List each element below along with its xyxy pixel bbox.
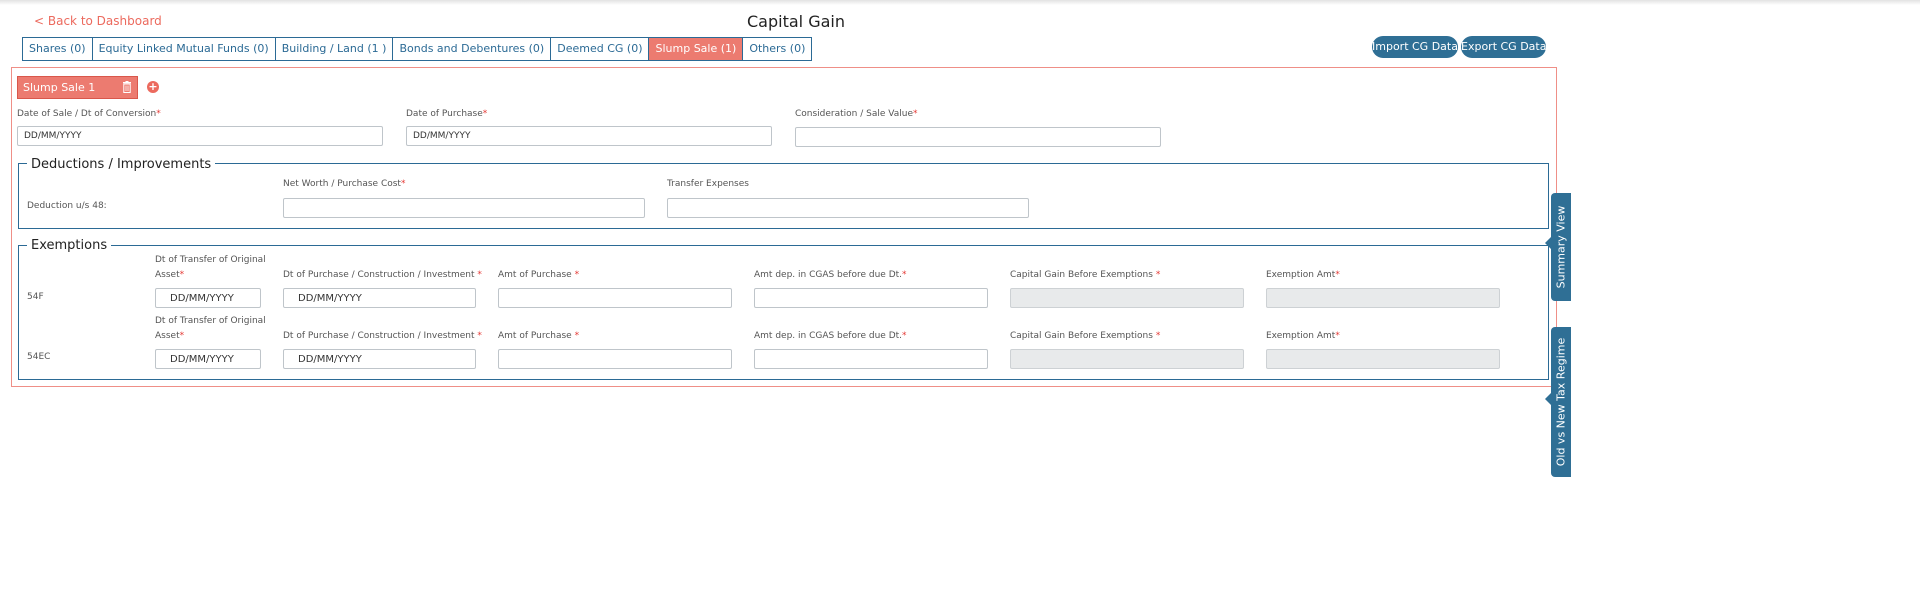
54ec-amt-purchase-input[interactable] (498, 349, 732, 369)
tab-bonds-debentures[interactable]: Bonds and Debentures (0) (393, 37, 552, 61)
category-tabs: Shares (0) Equity Linked Mutual Funds (0… (22, 37, 813, 61)
transfer-date-label: Dt of Transfer of Original (155, 316, 266, 326)
54f-amt-purchase-input[interactable] (498, 288, 732, 308)
consideration-input[interactable] (795, 127, 1161, 147)
section-54ec-label: 54EC (27, 352, 51, 362)
consideration-label: Consideration / Sale Value* (795, 109, 918, 119)
amt-purchase-label: Amt of Purchase * (498, 270, 580, 280)
tab-deemed-cg[interactable]: Deemed CG (0) (551, 37, 650, 61)
import-cg-data-button[interactable]: Import CG Data (1372, 36, 1458, 58)
date-of-sale-input[interactable] (17, 126, 383, 146)
54f-transfer-date-input[interactable] (155, 288, 261, 308)
deductions-legend: Deductions / Improvements (27, 157, 216, 172)
tab-building-land[interactable]: Building / Land (1 ) (275, 37, 394, 61)
summary-view-tab[interactable]: Summary View (1551, 193, 1571, 301)
old-vs-new-regime-label: Old vs New Tax Regime (1554, 337, 1568, 467)
cg-before-exemptions-label: Capital Gain Before Exemptions * (1010, 270, 1161, 280)
net-worth-label: Net Worth / Purchase Cost* (283, 179, 406, 189)
54f-amt-cgas-input[interactable] (754, 288, 988, 308)
transfer-expenses-label: Transfer Expenses (667, 179, 749, 189)
deduction-48-label: Deduction u/s 48: (27, 201, 107, 211)
exemption-amt-label: Exemption Amt* (1266, 331, 1340, 341)
plus-circle-icon[interactable]: + (147, 81, 159, 93)
54ec-exemption-amt-field (1266, 349, 1500, 369)
summary-view-label: Summary View (1554, 205, 1568, 289)
date-of-sale-label: Date of Sale / Dt of Conversion* (17, 109, 161, 119)
tab-others[interactable]: Others (0) (743, 37, 813, 61)
amt-cgas-label: Amt dep. in CGAS before due Dt.* (754, 270, 907, 280)
slump-sale-item-tab[interactable]: Slump Sale 1 (17, 76, 138, 99)
old-vs-new-regime-tab[interactable]: Old vs New Tax Regime (1551, 327, 1571, 477)
exemptions-legend: Exemptions (27, 238, 112, 253)
amt-purchase-label: Amt of Purchase * (498, 331, 580, 341)
54f-exemption-amt-field (1266, 288, 1500, 308)
54f-purchase-date-input[interactable] (283, 288, 476, 308)
tab-equity-mutual-funds[interactable]: Equity Linked Mutual Funds (0) (92, 37, 276, 61)
transfer-date-label-line2: Asset* (155, 270, 185, 280)
date-of-purchase-input[interactable] (406, 126, 772, 146)
date-of-purchase-label: Date of Purchase* (406, 109, 488, 119)
tab-slump-sale[interactable]: Slump Sale (1) (649, 37, 744, 61)
exemption-amt-label: Exemption Amt* (1266, 270, 1340, 280)
transfer-expenses-input[interactable] (667, 198, 1029, 218)
transfer-date-label-line2: Asset* (155, 331, 185, 341)
54ec-purchase-date-input[interactable] (283, 349, 476, 369)
transfer-date-label: Dt of Transfer of Original (155, 255, 266, 265)
trash-icon[interactable] (122, 81, 132, 93)
purchase-date-label: Dt of Purchase / Construction / Investme… (283, 270, 482, 280)
top-shadow (0, 0, 1920, 5)
54ec-cg-before-exemptions-field (1010, 349, 1244, 369)
item-tab-label: Slump Sale 1 (23, 81, 96, 94)
page-title: Capital Gain (747, 12, 845, 31)
tab-shares[interactable]: Shares (0) (22, 37, 93, 61)
export-cg-data-button[interactable]: Export CG Data (1461, 36, 1546, 58)
section-54f-label: 54F (27, 292, 44, 302)
purchase-date-label: Dt of Purchase / Construction / Investme… (283, 331, 482, 341)
cg-before-exemptions-label: Capital Gain Before Exemptions * (1010, 331, 1161, 341)
amt-cgas-label: Amt dep. in CGAS before due Dt.* (754, 331, 907, 341)
deductions-fieldset (18, 163, 1549, 229)
net-worth-input[interactable] (283, 198, 645, 218)
54ec-amt-cgas-input[interactable] (754, 349, 988, 369)
54f-cg-before-exemptions-field (1010, 288, 1244, 308)
54ec-transfer-date-input[interactable] (155, 349, 261, 369)
